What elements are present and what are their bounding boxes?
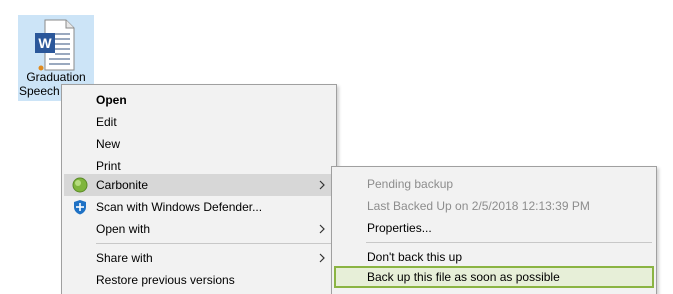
submenu-item-label: Properties... [367, 221, 432, 235]
menu-item-label: Open [96, 93, 127, 107]
menu-item-label: New [96, 137, 121, 151]
file-name-line1: Graduation [26, 70, 86, 84]
carbonite-icon [72, 177, 88, 193]
submenu-item-pending-backup: Pending backup [334, 173, 654, 195]
windows-defender-icon [74, 200, 86, 215]
submenu-item-last-backed-up: Last Backed Up on 2/5/2018 12:13:39 PM [334, 195, 654, 217]
menu-item-label: Restore previous versions [96, 273, 235, 287]
svg-text:W: W [38, 35, 52, 51]
submenu-separator [366, 242, 652, 243]
word-document-icon: W [35, 19, 75, 71]
submenu-item-back-up-asap[interactable]: Back up this file as soon as possible [334, 266, 654, 288]
submenu-item-label: Pending backup [367, 177, 454, 191]
chevron-right-icon [319, 224, 325, 234]
menu-item-restore-previous-versions[interactable]: Restore previous versions [64, 269, 334, 291]
menu-item-open[interactable]: Open [64, 89, 334, 111]
submenu-item-dont-back-up[interactable]: Don't back this up [334, 246, 654, 268]
menu-item-label: Carbonite [96, 178, 149, 192]
submenu-item-label: Last Backed Up on 2/5/2018 12:13:39 PM [367, 199, 590, 213]
submenu-item-label: Back up this file as soon as possible [367, 270, 560, 284]
carbonite-submenu: Pending backup Last Backed Up on 2/5/201… [331, 166, 657, 294]
menu-item-share-with[interactable]: Share with [64, 247, 334, 269]
menu-item-new[interactable]: New [64, 133, 334, 155]
chevron-right-icon [319, 180, 325, 190]
menu-item-label: Print [96, 159, 121, 173]
menu-separator [96, 243, 332, 244]
menu-item-label: Share with [96, 251, 153, 265]
submenu-item-label: Don't back this up [367, 250, 463, 264]
menu-item-label: Open with [96, 222, 151, 236]
menu-item-label: Edit [96, 115, 117, 129]
menu-item-carbonite[interactable]: Carbonite [64, 174, 334, 196]
menu-item-label: Scan with Windows Defender... [96, 200, 263, 214]
menu-item-edit[interactable]: Edit [64, 111, 334, 133]
chevron-right-icon [319, 253, 325, 263]
context-menu: Open Edit New Print Carbonite Scan with … [61, 84, 337, 294]
menu-item-open-with[interactable]: Open with [64, 218, 334, 240]
submenu-item-properties[interactable]: Properties... [334, 217, 654, 239]
menu-item-scan-defender[interactable]: Scan with Windows Defender... [64, 196, 334, 218]
